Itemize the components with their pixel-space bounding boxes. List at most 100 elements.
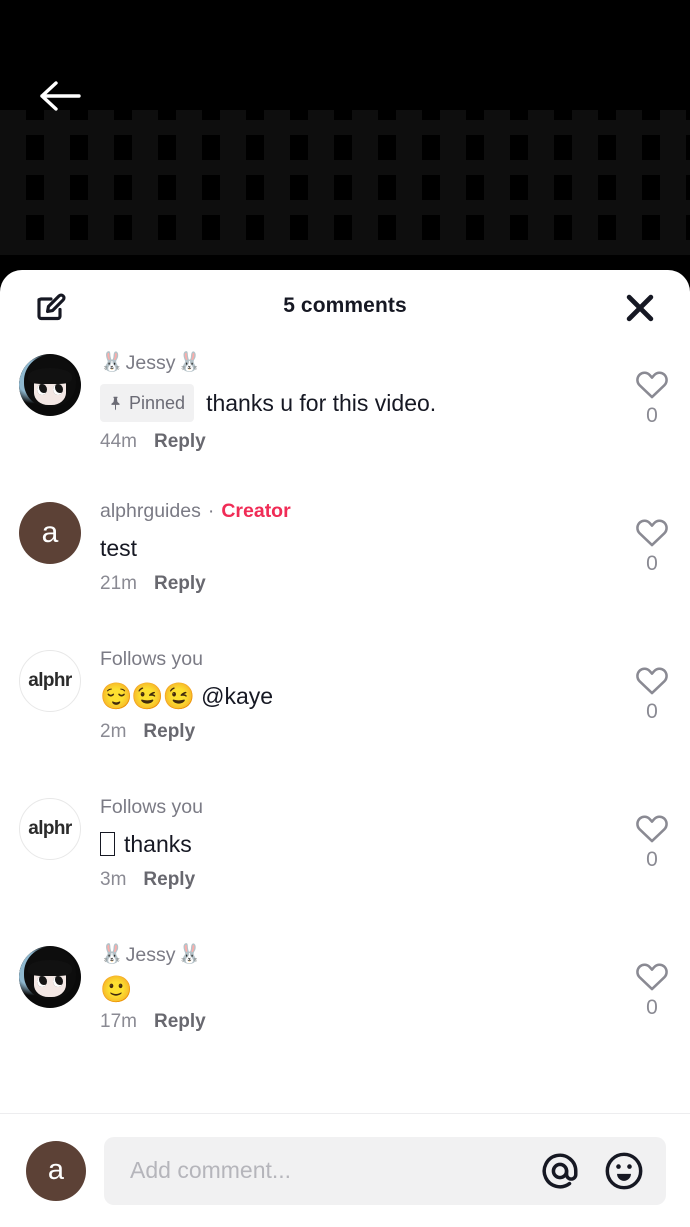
close-comments-button[interactable] <box>620 288 660 328</box>
unknown-glyph-icon <box>100 832 115 856</box>
comment-meta: 3m Reply <box>100 869 594 891</box>
like-count: 0 <box>646 552 658 575</box>
comment-body: Follows you 😌😉😉 @kaye 2m Reply <box>100 646 614 782</box>
comment-avatar-label: alphr <box>28 818 72 839</box>
avatar-fringe <box>28 960 72 976</box>
avatar-eye-left <box>37 384 47 395</box>
creator-badge: Creator <box>221 500 291 522</box>
avatar-eye-right <box>53 384 63 395</box>
author-name: Follows you <box>100 648 203 670</box>
comment-time: 3m <box>100 869 127 890</box>
composer-avatar[interactable]: a <box>26 1140 86 1201</box>
like-button[interactable]: 0 <box>614 646 690 782</box>
emoji-picker-button[interactable] <box>602 1149 646 1193</box>
mention-button[interactable] <box>538 1149 582 1193</box>
comment-item[interactable]: a alphrguides · Creator test 21m Reply 0 <box>0 492 690 640</box>
reply-button[interactable]: Reply <box>154 1011 206 1033</box>
comment-meta: 21m Reply <box>100 573 594 595</box>
comment-text: 🙂 <box>100 976 594 1002</box>
comment-body: Follows you thanks 3m Reply <box>100 794 614 930</box>
back-button[interactable] <box>34 70 86 122</box>
comment-author[interactable]: 🐰 Jessy 🐰 <box>100 350 594 376</box>
comment-avatar[interactable]: alphr <box>19 798 81 860</box>
video-background <box>0 0 690 300</box>
comment-text-content: @kaye <box>201 683 274 709</box>
comment-author[interactable]: 🐰 Jessy 🐰 <box>100 942 594 968</box>
author-suffix-emoji: 🐰 <box>177 944 202 965</box>
comment-text: test <box>100 532 594 564</box>
comment-list[interactable]: 🐰 Jessy 🐰 Pinned thanks u for this video. 44m… <box>0 342 690 1113</box>
comment-avatar[interactable] <box>19 946 81 1008</box>
comment-text: Pinned thanks u for this video. <box>100 384 594 422</box>
at-mention-icon <box>542 1153 578 1188</box>
like-count: 0 <box>646 404 658 427</box>
compose-comment-button[interactable] <box>33 290 69 326</box>
comment-body: alphrguides · Creator test 21m Reply <box>100 498 614 634</box>
author-name: Jessy <box>125 352 176 374</box>
comment-time: 2m <box>100 721 127 742</box>
comment-emoji: 😌😉😉 <box>100 681 195 711</box>
reply-button[interactable]: Reply <box>143 721 195 743</box>
comment-body: 🐰 Jessy 🐰 Pinned thanks u for this video. 44m… <box>100 350 614 486</box>
reply-button[interactable]: Reply <box>143 869 195 891</box>
heart-icon <box>636 371 668 399</box>
heart-icon <box>636 963 668 991</box>
comment-composer: a Add comment... <box>0 1113 690 1227</box>
comment-meta: 44m Reply <box>100 431 594 453</box>
author-prefix-emoji: 🐰 <box>100 352 124 373</box>
comment-avatar[interactable]: alphr <box>19 650 81 712</box>
like-button[interactable]: 0 <box>614 794 690 930</box>
comment-avatar-wrapper: a <box>0 498 100 634</box>
comment-avatar[interactable]: a <box>19 502 81 564</box>
like-button[interactable]: 0 <box>614 350 690 486</box>
comment-text-content: thanks u for this video. <box>206 390 437 416</box>
like-count: 0 <box>646 996 658 1019</box>
compose-icon <box>37 293 66 321</box>
comment-item[interactable]: alphr Follows you 😌😉😉 @kaye 2m Reply 0 <box>0 640 690 788</box>
close-icon <box>626 294 654 322</box>
comment-avatar[interactable] <box>19 354 81 416</box>
comments-sheet: 5 comments 🐰 Jessy 🐰 Pinned thanks u for thi… <box>0 270 690 1227</box>
comment-author[interactable]: alphrguides · Creator <box>100 498 594 524</box>
author-name: Follows you <box>100 796 203 818</box>
author-prefix-emoji: 🐰 <box>100 944 124 965</box>
comment-avatar-wrapper <box>0 350 100 486</box>
comment-author[interactable]: Follows you <box>100 646 594 672</box>
comment-item[interactable]: 🐰 Jessy 🐰 Pinned thanks u for this video. 44m… <box>0 344 690 492</box>
avatar-eye-right <box>53 976 63 987</box>
comment-avatar-wrapper <box>0 942 100 1078</box>
comment-input-wrapper[interactable]: Add comment... <box>104 1136 666 1205</box>
composer-avatar-label: a <box>47 1154 65 1186</box>
tiktok-comments-screen: 5 comments 🐰 Jessy 🐰 Pinned thanks u for thi… <box>0 0 690 1227</box>
author-name: alphrguides <box>100 500 201 522</box>
comment-time: 17m <box>100 1011 137 1032</box>
like-count: 0 <box>646 848 658 871</box>
comment-author[interactable]: Follows you <box>100 794 594 820</box>
video-content-faint <box>0 110 690 255</box>
author-suffix-emoji: 🐰 <box>177 352 202 373</box>
comment-input-placeholder[interactable]: Add comment... <box>130 1157 518 1184</box>
comment-item[interactable]: alphr Follows you thanks 3m Reply 0 <box>0 788 690 936</box>
comment-time: 21m <box>100 573 137 594</box>
comment-body: 🐰 Jessy 🐰 🙂 17m Reply <box>100 942 614 1078</box>
comment-meta: 17m Reply <box>100 1011 594 1033</box>
back-arrow-icon <box>40 81 81 111</box>
like-button[interactable]: 0 <box>614 942 690 1078</box>
pin-icon <box>111 396 120 410</box>
comment-item[interactable]: 🐰 Jessy 🐰 🙂 17m Reply 0 <box>0 936 690 1084</box>
heart-icon <box>636 519 668 547</box>
comment-avatar-wrapper: alphr <box>0 794 100 930</box>
comment-text: thanks <box>100 828 594 860</box>
comment-time: 44m <box>100 431 137 452</box>
comment-text-content: thanks <box>124 831 192 857</box>
reply-button[interactable]: Reply <box>154 431 206 453</box>
sheet-header: 5 comments <box>0 270 690 342</box>
comment-text-content: test <box>100 535 138 561</box>
comment-meta: 2m Reply <box>100 721 594 743</box>
pinned-badge: Pinned <box>100 384 195 422</box>
like-button[interactable]: 0 <box>614 498 690 634</box>
like-count: 0 <box>646 700 658 723</box>
heart-icon <box>636 815 668 843</box>
reply-button[interactable]: Reply <box>154 573 206 595</box>
comment-avatar-label: a <box>41 516 59 549</box>
